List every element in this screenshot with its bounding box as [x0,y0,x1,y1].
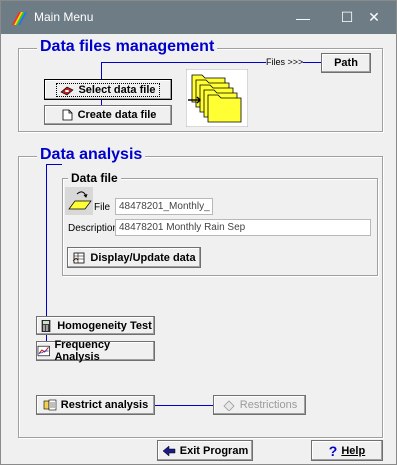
help-question-icon: ? [328,442,338,459]
eraser-icon [223,400,235,411]
data-files-heading: Data files management [37,38,218,56]
description-label: Description [68,223,119,234]
data-analysis-heading: Data analysis [37,146,146,164]
display-update-data-button[interactable]: Display/Update data [67,247,201,268]
disk-icon [60,86,75,95]
analysis-connector [46,164,47,316]
file-field[interactable]: 48478201_Monthly_ [115,198,213,215]
exit-program-button[interactable]: Exit Program [157,440,253,461]
path-connector [303,62,321,63]
analysis-connector-top [46,164,62,165]
file-label: File [94,202,111,213]
restrictions-button[interactable]: Restrictions [213,395,306,415]
chart-icon [37,345,50,357]
file-folder-icon [65,187,93,215]
select-data-file-button[interactable]: Select data file [44,79,172,100]
close-button[interactable]: ✕ [352,1,396,34]
exit-program-label: Exit Program [179,444,249,457]
title-bar[interactable]: Main Menu — ☐ ✕ [1,1,396,34]
description-field[interactable]: 48478201 Monthly Rain Sep [115,219,371,236]
homogeneity-test-label: Homogeneity Test [57,319,152,332]
calculator-icon [41,319,51,332]
table-hand-icon [73,252,85,263]
restrictions-label: Restrictions [239,399,298,411]
files-label: Files >>> [266,57,304,67]
help-label: Help [341,444,366,457]
exit-arrow-icon [162,444,176,457]
create-data-file-label: Create data file [77,109,157,121]
create-data-file-button[interactable]: Create data file [44,105,172,125]
window-title: Main Menu [34,10,94,24]
restrict-icon [43,399,57,411]
folders-icon [186,69,248,127]
frequency-analysis-button[interactable]: Frequency Analysis [36,339,155,363]
rainbow-app-icon [12,12,27,25]
restrict-analysis-button[interactable]: Restrict analysis [36,395,155,415]
path-button[interactable]: Path [321,53,371,73]
files-connector [101,62,266,63]
path-button-label: Path [334,57,358,69]
restrict-analysis-label: Restrict analysis [60,399,149,411]
files-connector-vertical [101,62,102,79]
new-document-icon [62,109,72,121]
main-menu-window: Main Menu — ☐ ✕ Data files management Fi… [0,0,397,465]
select-data-file-label: Select data file [78,83,156,96]
homogeneity-test-button[interactable]: Homogeneity Test [36,316,155,335]
help-button[interactable]: ? Help [311,440,383,461]
data-file-heading: Data file [68,171,121,185]
display-update-data-label: Display/Update data [90,251,196,264]
restrict-connector [155,405,213,406]
minimize-button[interactable]: — [281,1,325,34]
frequency-analysis-label: Frequency Analysis [54,339,111,363]
